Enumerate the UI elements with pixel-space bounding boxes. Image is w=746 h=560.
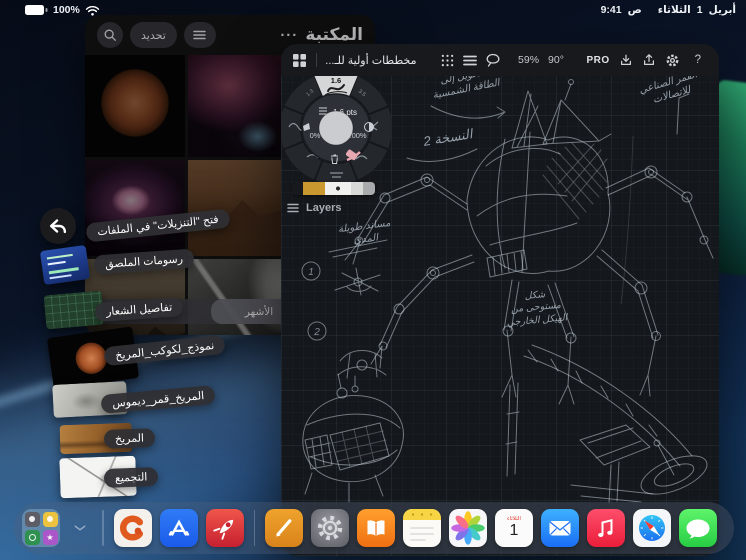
gallery-squares-icon	[293, 53, 307, 67]
dock-divider	[253, 510, 255, 546]
share-icon	[643, 54, 654, 65]
help-button[interactable]: ?	[689, 53, 707, 67]
dock-icon-calendar[interactable]: الثلاثاء 1	[495, 509, 533, 547]
mini-app-icon[interactable]	[24, 511, 40, 527]
dock-icon-notes[interactable]	[403, 509, 441, 547]
layers-toggle-button[interactable]	[463, 51, 477, 69]
export-button[interactable]	[642, 51, 656, 69]
status-bar: 100% 9:41 ص الثلاثاء 1 أبريل	[0, 0, 746, 20]
layers-panel-header[interactable]: Layers	[287, 202, 341, 214]
rotation-angle[interactable]: 90°	[548, 54, 564, 66]
layers-icon	[287, 203, 299, 213]
battery-icon	[25, 5, 48, 15]
select-button[interactable]: تحديد	[130, 22, 177, 48]
tool-wheel[interactable]: 1.6 1.3 3.5 1.6 pts 0% 100%	[281, 70, 393, 192]
dock-icon-settings[interactable]	[311, 509, 349, 547]
back-arrow-icon	[49, 219, 67, 234]
menu-lines-icon	[193, 30, 207, 40]
dock-icon-app-store[interactable]	[159, 509, 198, 547]
mini-app-icon[interactable]	[42, 511, 58, 527]
color-swatch-dark[interactable]	[293, 182, 303, 195]
stacked-lines-icon	[463, 55, 477, 65]
color-swatch-white-selected[interactable]	[325, 182, 351, 195]
document-title[interactable]: مخططات أولية للـ...	[325, 54, 416, 67]
status-day: 1	[696, 4, 703, 16]
poster-thumbnail[interactable]	[39, 244, 91, 286]
photo-thumb-mars-terrain[interactable]	[188, 160, 285, 256]
gear-icon	[666, 54, 679, 66]
wifi-icon	[85, 5, 100, 16]
status-weekday: الثلاثاء	[657, 4, 691, 16]
import-button[interactable]	[619, 51, 633, 69]
active-size-label: 1.6	[331, 76, 341, 85]
gallery-button[interactable]	[293, 51, 307, 69]
search-icon	[104, 29, 116, 41]
dock-chevron-down-icon[interactable]	[68, 509, 92, 547]
status-period: ص	[627, 4, 642, 16]
more-button[interactable]: ···	[280, 27, 298, 44]
color-swatch-gold[interactable]	[303, 182, 325, 195]
dock-icon-rocket[interactable]	[205, 509, 244, 547]
dots-grid-icon	[441, 54, 454, 66]
dock-suggested-apps[interactable]: ★	[22, 509, 60, 547]
wheel-center-knob[interactable]	[318, 110, 354, 146]
toolbar-divider	[315, 53, 317, 67]
status-clock: 9:41 ص الثلاثاء 1 أبريل	[601, 4, 736, 16]
filter-button[interactable]	[183, 22, 216, 48]
zoom-level[interactable]: 59%	[518, 54, 539, 66]
color-swatch-lightgray[interactable]	[351, 182, 363, 195]
back-arrow-button[interactable]	[40, 208, 76, 244]
import-icon	[620, 54, 631, 65]
battery-percent: 100%	[53, 4, 80, 16]
photo-thumb-mars-globe[interactable]	[85, 55, 185, 157]
dock-icon-books[interactable]	[357, 509, 395, 547]
calendar-day: 1	[509, 522, 519, 540]
search-button[interactable]	[97, 22, 123, 48]
dock-icon-concepts[interactable]	[113, 509, 152, 547]
selection-tool-button[interactable]	[486, 51, 500, 69]
shelf-label[interactable]: التجميع	[103, 467, 159, 488]
layers-label: Layers	[306, 202, 342, 214]
color-swatch-gray[interactable]	[363, 182, 375, 195]
dock: ★ الثلاثاء 1	[14, 502, 734, 554]
dock-icon-messages[interactable]	[679, 509, 717, 547]
dock-icon-mail[interactable]	[541, 509, 579, 547]
dock-icon-photos[interactable]	[449, 509, 487, 547]
status-time: 9:41	[600, 4, 622, 16]
settings-button[interactable]	[665, 51, 680, 69]
photo-thumb-horsehead-nebula[interactable]	[188, 55, 285, 157]
color-palette-bar[interactable]	[293, 182, 375, 195]
grid-settings-button[interactable]	[440, 51, 454, 69]
pro-badge[interactable]: PRO	[586, 55, 609, 66]
lasso-icon	[486, 53, 500, 67]
ipad-screen: 100% 9:41 ص الثلاثاء 1 أبريل تحديد ··· ا…	[0, 0, 746, 560]
status-month: أبريل	[708, 4, 736, 16]
shelf-label[interactable]: المريخ	[103, 428, 156, 449]
dock-icon-safari[interactable]	[633, 509, 671, 547]
photo-grid	[85, 55, 285, 335]
concepts-window: 1 2 التحويل إلى الطاقة الشمسية القمر الص…	[281, 44, 719, 556]
dock-icon-pen[interactable]	[265, 509, 303, 547]
concepts-toolbar: مخططات أولية للـ... 59% 90° PRO ?	[281, 44, 719, 76]
mini-app-icon[interactable]: ★	[42, 529, 58, 545]
status-left: 100%	[24, 4, 100, 16]
mini-app-icon[interactable]	[24, 529, 40, 545]
dock-divider	[102, 510, 104, 546]
dock-icon-music[interactable]	[587, 509, 625, 547]
photo-thumb-orion-nebula[interactable]	[85, 160, 185, 256]
page-title: المكتبة	[305, 25, 363, 44]
